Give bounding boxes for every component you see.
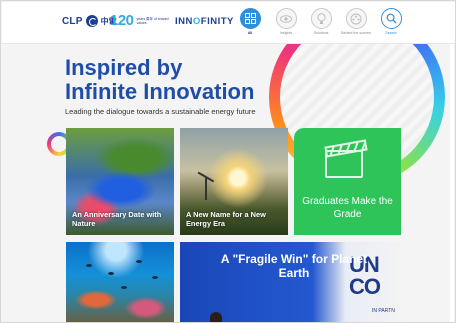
story-card-title: An Anniversary Date with Nature <box>72 210 162 228</box>
story-card-title: A New Name for a New Energy Era <box>186 210 266 228</box>
campaign-name-end: FINITY <box>200 16 234 27</box>
fish-shape <box>108 272 114 275</box>
story-card-title: Graduates Make the Grade <box>302 196 393 220</box>
anniversary-number: 120 <box>110 12 134 29</box>
fish-shape <box>86 264 92 267</box>
story-card-fragile-win[interactable]: A "Fragile Win" for Planet Earth UN CO I… <box>180 242 401 322</box>
story-card-title: A "Fragile Win" for Planet Earth <box>220 252 368 280</box>
logo-text: CLP <box>62 15 83 27</box>
anniversary-caption: years 周年 of shared values <box>136 16 169 25</box>
search-icon <box>380 8 402 29</box>
story-card-graduates[interactable]: Graduates Make the Grade <box>294 128 401 235</box>
story-card-ocean[interactable] <box>66 242 174 322</box>
hero-title-line2: Infinite Innovation <box>65 79 255 104</box>
nav-label-search: Search <box>385 31 397 35</box>
background-sign-subtext: IN PARTN <box>372 308 395 314</box>
hero-title: Inspired by Infinite Innovation <box>65 56 254 104</box>
nav-label-solutions: Solutions <box>313 31 329 35</box>
fish-shape <box>152 276 158 279</box>
fish-shape <box>121 286 127 289</box>
campaign-name-o: O <box>192 16 201 27</box>
nav-search[interactable]: Search <box>376 8 406 35</box>
page-scrollbar[interactable] <box>450 44 454 322</box>
clp-logo[interactable]: CLP 中電 <box>62 15 117 27</box>
story-card-new-name[interactable]: A New Name for a New Energy Era <box>180 128 288 235</box>
hero-subtitle: Leading the dialogue towards a sustainab… <box>65 107 256 116</box>
wind-turbine-image <box>205 178 207 200</box>
eye-icon <box>275 8 297 29</box>
grid-icon <box>239 8 261 29</box>
anniversary-badge: 120 years 周年 of shared values <box>110 12 171 29</box>
fish-shape <box>136 260 142 263</box>
film-icon <box>345 8 367 29</box>
nav-insights[interactable]: Insights <box>271 8 301 35</box>
hero-title-line1: Inspired by <box>65 55 183 80</box>
page-frame: CLP 中電 120 years 周年 of shared values INN… <box>0 0 456 323</box>
lightbulb-icon <box>310 8 332 29</box>
speaker-silhouette <box>210 312 222 322</box>
nav-label-insights: Insights <box>279 31 293 35</box>
site-header: CLP 中電 120 years 周年 of shared values INN… <box>2 2 455 44</box>
clp-logo-icon <box>85 15 98 27</box>
nav-label-all: All <box>247 31 253 35</box>
campaign-logo[interactable]: INNOFINITY <box>175 16 234 27</box>
nav-solutions[interactable]: Solutions <box>306 8 336 35</box>
clapperboard-icon <box>325 150 363 178</box>
story-card-anniversary[interactable]: An Anniversary Date with Nature <box>66 128 174 235</box>
nav-label-behind-the-scenes: Behind the scenes <box>341 31 371 35</box>
nav-all[interactable]: All <box>235 8 265 35</box>
nav-behind-the-scenes[interactable]: Behind the scenes <box>341 8 371 35</box>
campaign-name-start: INN <box>175 16 193 27</box>
